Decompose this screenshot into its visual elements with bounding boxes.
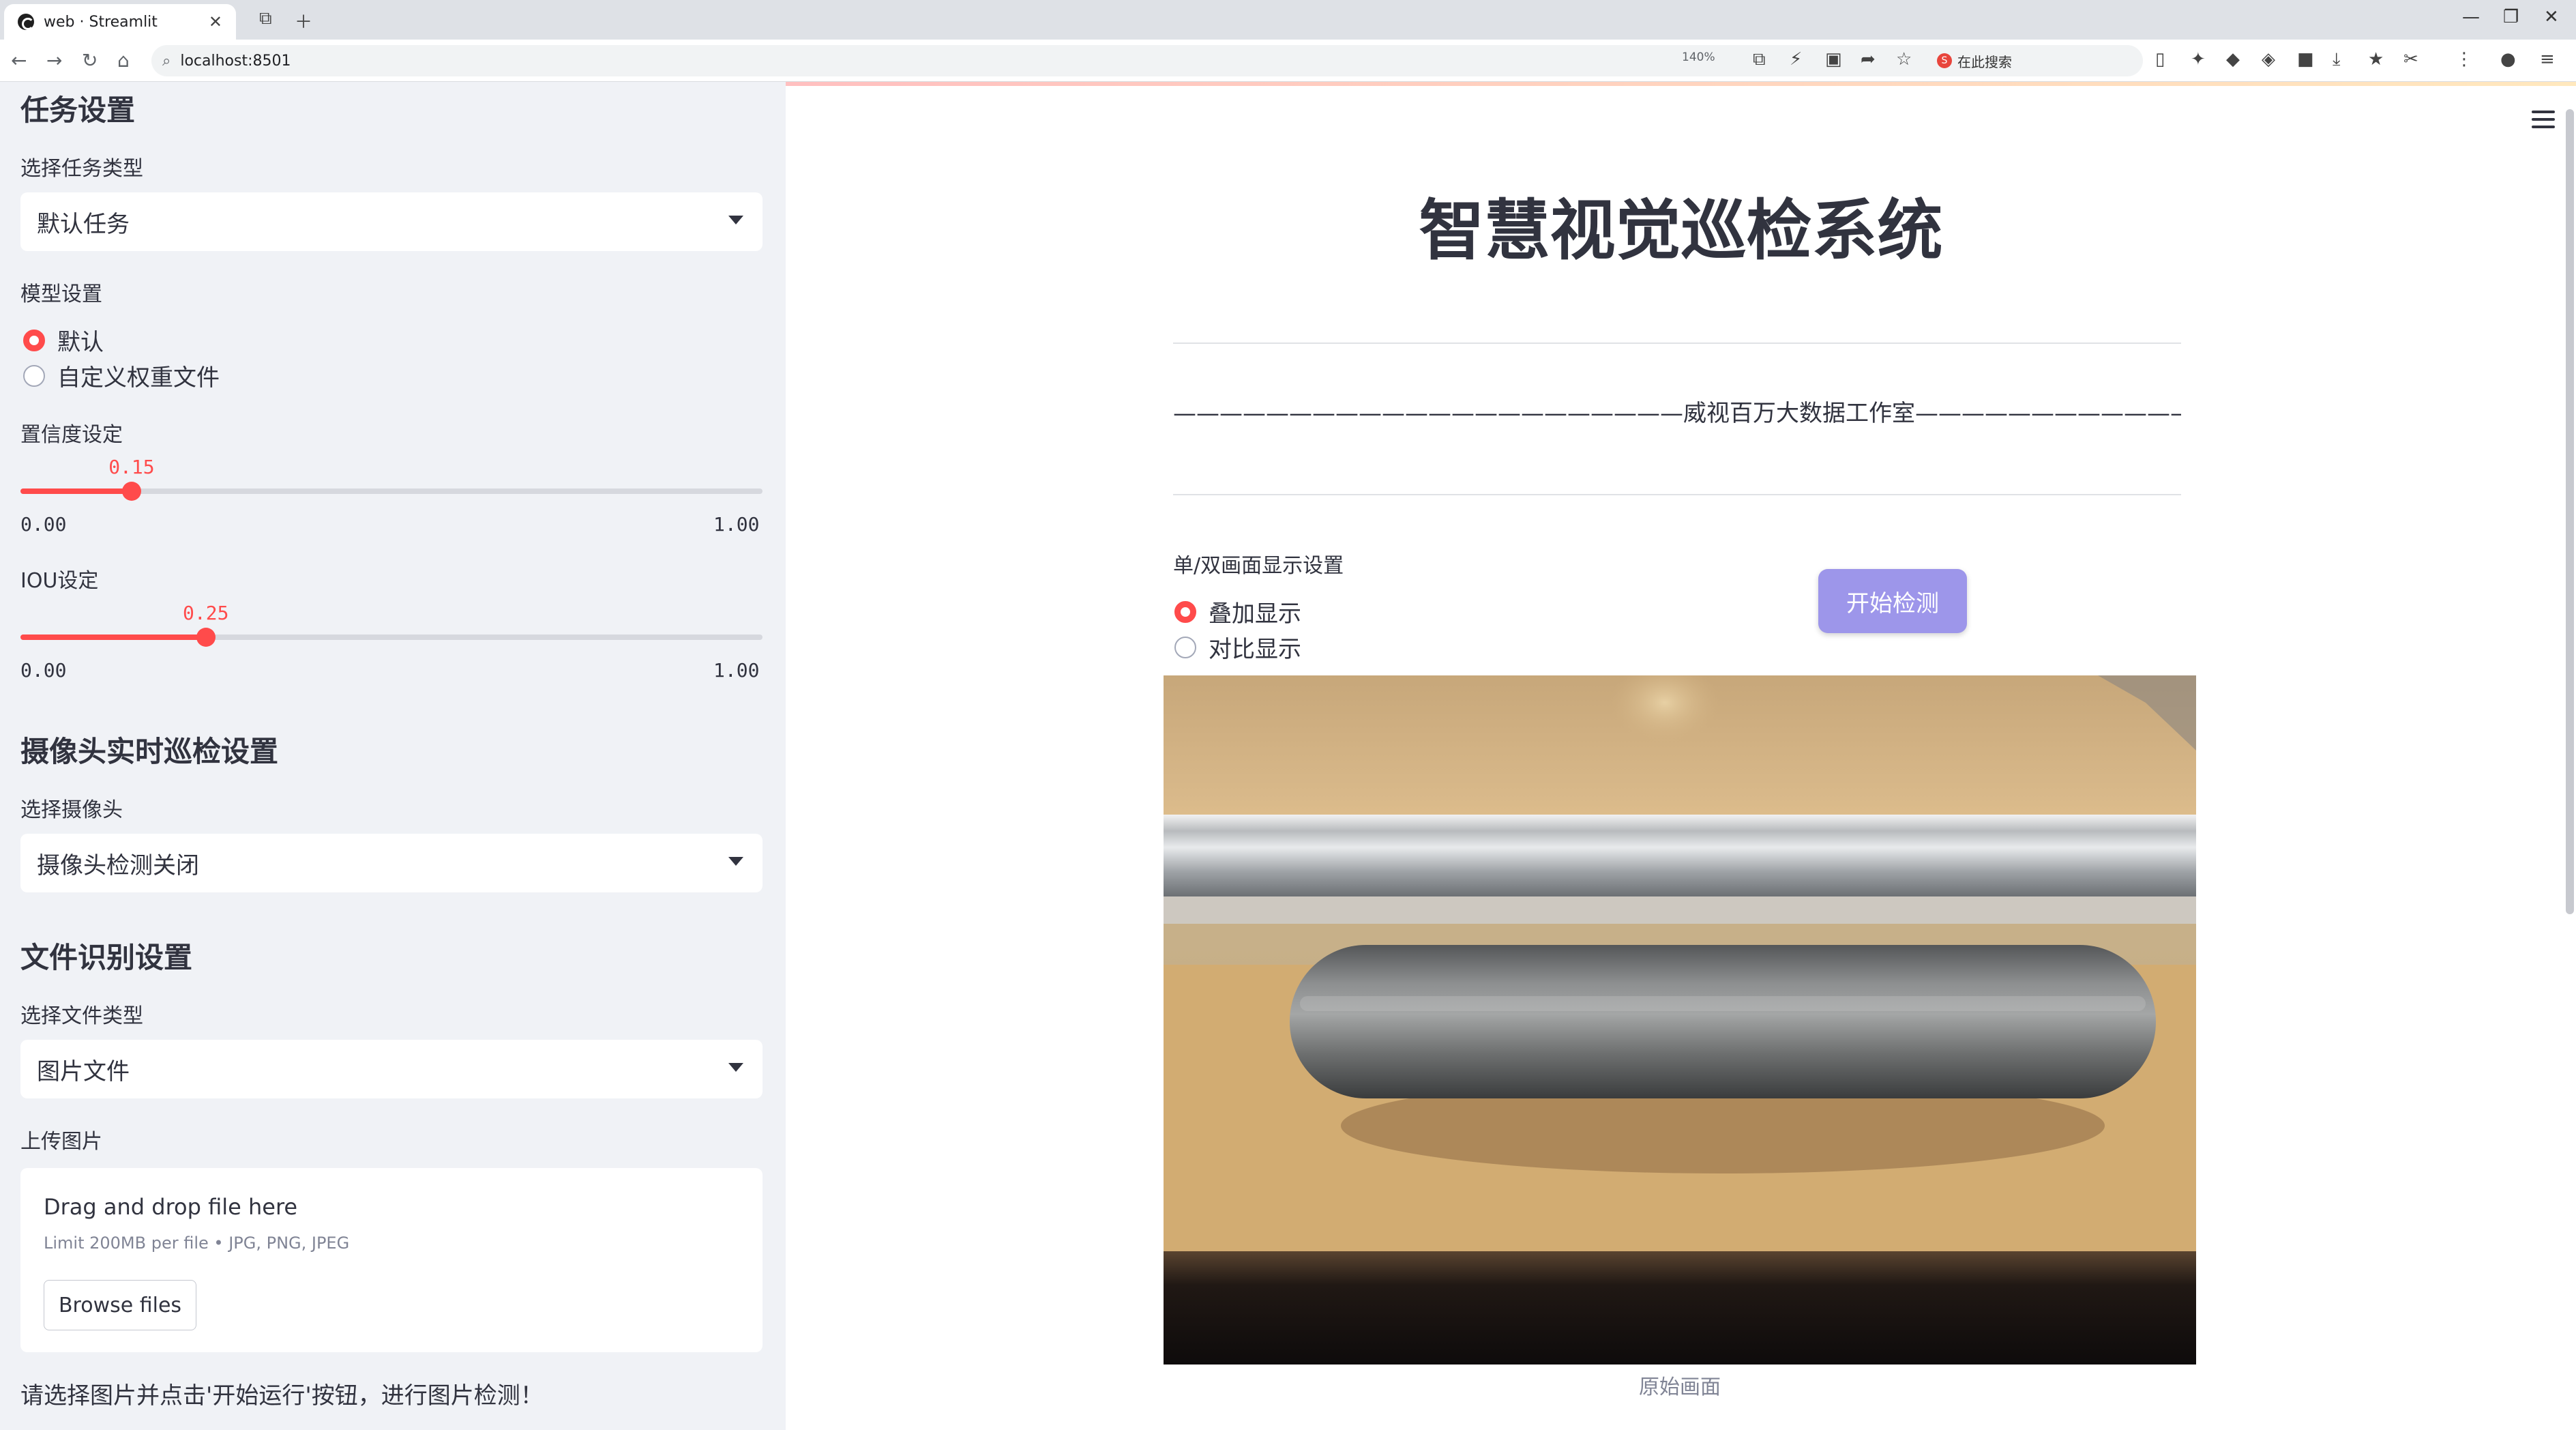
browser-search[interactable]: S 在此搜索 — [1937, 48, 2142, 74]
download-icon[interactable]: ⤓ — [2333, 49, 2341, 70]
iou-slider-thumb[interactable] — [196, 628, 216, 647]
close-window-icon[interactable]: ✕ — [2544, 7, 2559, 27]
tab-close-icon[interactable]: ✕ — [209, 12, 222, 31]
minimize-icon[interactable]: — — [2462, 7, 2480, 27]
main-content: 智慧视觉巡检系统 ——————————————————————威视百万大数据工作… — [786, 82, 2576, 1430]
upload-limit: Limit 200MB per file • JPG, PNG, JPEG — [44, 1234, 350, 1253]
page-title: 智慧视觉巡检系统 — [1419, 192, 1943, 269]
extension-icon-2[interactable]: ◆ — [2226, 49, 2240, 70]
file-uploader-dropzone[interactable]: Drag and drop file here Limit 200MB per … — [20, 1168, 763, 1352]
display-mode-label: 单/双画面显示设置 — [1173, 554, 1344, 578]
image-caption: 原始画面 — [1639, 1375, 1721, 1399]
reload-icon[interactable]: ↻ — [82, 49, 98, 72]
iou-value: 0.25 — [183, 602, 229, 624]
scissors-icon[interactable]: ✂ — [2403, 49, 2418, 70]
sidebar-instruction: 请选择图片并点击'开始运行'按钮，进行图片检测！ — [20, 1382, 544, 1410]
camera-label: 选择摄像头 — [20, 798, 123, 822]
browser-tab[interactable]: web · Streamlit ✕ — [4, 4, 236, 40]
back-icon[interactable]: ← — [11, 49, 27, 72]
camera-settings-heading: 摄像头实时巡检设置 — [20, 735, 279, 768]
iou-slider[interactable] — [20, 628, 763, 647]
restore-icon[interactable]: ❐ — [2503, 7, 2519, 27]
model-radio-custom[interactable]: 自定义权重文件 — [23, 359, 220, 392]
confidence-slider[interactable] — [20, 482, 763, 501]
url-text: localhost:8501 — [180, 52, 291, 70]
radio-unselected-icon — [1174, 636, 1196, 658]
bookmark-star-icon[interactable]: ☆ — [1896, 49, 1912, 70]
browse-files-button[interactable]: Browse files — [44, 1280, 196, 1330]
tab-group-icon[interactable]: ⧉ — [259, 8, 272, 29]
profile-avatar-icon[interactable]: ● — [2500, 49, 2516, 70]
model-settings-label: 模型设置 — [20, 282, 102, 306]
chevron-down-icon — [728, 216, 743, 224]
share-icon[interactable]: ➦ — [1861, 49, 1876, 70]
file-type-value: 图片文件 — [37, 1057, 130, 1085]
browser-tabbar: web · Streamlit ✕ ⧉ ＋ — ❐ ✕ — [0, 0, 2576, 40]
file-type-select[interactable]: 图片文件 — [20, 1040, 763, 1098]
camera-value: 摄像头检测关闭 — [37, 851, 199, 879]
forward-icon[interactable]: → — [46, 49, 62, 72]
tab-title: web · Streamlit — [44, 13, 158, 31]
address-bar[interactable]: ⌕ localhost:8501 — [151, 45, 2143, 76]
task-type-label: 选择任务类型 — [20, 157, 143, 181]
confidence-min: 0.00 — [20, 513, 67, 536]
display-radio-overlay[interactable]: 叠加显示 — [1174, 595, 1301, 628]
confidence-value: 0.15 — [108, 456, 155, 478]
iou-min: 0.00 — [20, 659, 67, 682]
task-type-select[interactable]: 默认任务 — [20, 192, 763, 251]
model-option-label: 默认 — [57, 329, 104, 356]
start-detection-button[interactable]: 开始检测 — [1818, 569, 1967, 633]
reader-icon[interactable]: ▯ — [2155, 49, 2165, 70]
studio-line: ——————————————————————威视百万大数据工作室————————… — [1173, 400, 2181, 427]
steel-rod-photo — [1164, 675, 2196, 1365]
confidence-slider-fill — [20, 488, 132, 494]
extension-icon[interactable]: ✦ — [2191, 49, 2206, 70]
radio-unselected-icon — [23, 364, 45, 387]
new-tab-icon[interactable]: ＋ — [295, 8, 312, 33]
file-type-label: 选择文件类型 — [20, 1004, 143, 1028]
camera-select[interactable]: 摄像头检测关闭 — [20, 834, 763, 892]
hamburger-menu-icon[interactable] — [2532, 111, 2555, 128]
iou-label: IOU设定 — [20, 569, 99, 593]
browser-toolbar: ← → ↻ ⌂ ⌕ localhost:8501 140% ⧉ ⚡ ▣ ➦ ☆ … — [0, 40, 2576, 82]
task-settings-heading: 任务设置 — [20, 93, 136, 127]
streamlit-favicon-icon — [18, 14, 34, 30]
confidence-slider-thumb[interactable] — [122, 482, 142, 501]
chevron-down-icon — [728, 1063, 743, 1072]
display-option-label: 对比显示 — [1209, 636, 1301, 663]
task-type-value: 默认任务 — [37, 210, 130, 238]
model-radio-default[interactable]: 默认 — [23, 323, 104, 357]
sidebar: 任务设置 选择任务类型 默认任务 模型设置 默认 自定义权重文件 置信度设定 0… — [0, 82, 786, 1430]
zoom-level[interactable]: 140% — [1682, 50, 1715, 64]
favorites-icon[interactable]: ★ — [2368, 49, 2384, 70]
more-icon[interactable]: ⋮ — [2455, 49, 2473, 70]
upload-title: Drag and drop file here — [44, 1194, 298, 1220]
header-decoration — [786, 82, 2576, 86]
extension-icon-4[interactable]: ■ — [2297, 49, 2314, 70]
confidence-max: 1.00 — [713, 513, 760, 536]
iou-max: 1.00 — [713, 659, 760, 682]
lightning-icon[interactable]: ⚡ — [1790, 49, 1802, 70]
divider — [1173, 342, 2181, 344]
display-option-label: 叠加显示 — [1209, 600, 1301, 628]
menu-icon[interactable]: ≡ — [2540, 49, 2555, 70]
home-icon[interactable]: ⌂ — [117, 49, 130, 72]
confidence-label: 置信度设定 — [20, 423, 123, 447]
divider — [1173, 494, 2181, 495]
search-engine-icon: S — [1937, 53, 1952, 68]
search-icon: ⌕ — [162, 52, 171, 70]
iou-slider-fill — [20, 634, 206, 640]
radio-selected-icon — [23, 329, 45, 351]
file-settings-heading: 文件识别设置 — [20, 941, 193, 974]
chevron-down-icon — [728, 857, 743, 866]
search-placeholder: 在此搜索 — [1957, 53, 2012, 70]
display-radio-compare[interactable]: 对比显示 — [1174, 630, 1301, 664]
screenshot-icon[interactable]: ▣ — [1825, 49, 1842, 70]
original-image — [1164, 675, 2196, 1365]
extension-icon-3[interactable]: ◈ — [2262, 49, 2275, 70]
model-option-label: 自定义权重文件 — [57, 364, 220, 392]
translate-icon[interactable]: ⧉ — [1753, 49, 1766, 70]
upload-label: 上传图片 — [20, 1130, 102, 1154]
radio-selected-icon — [1174, 600, 1196, 623]
